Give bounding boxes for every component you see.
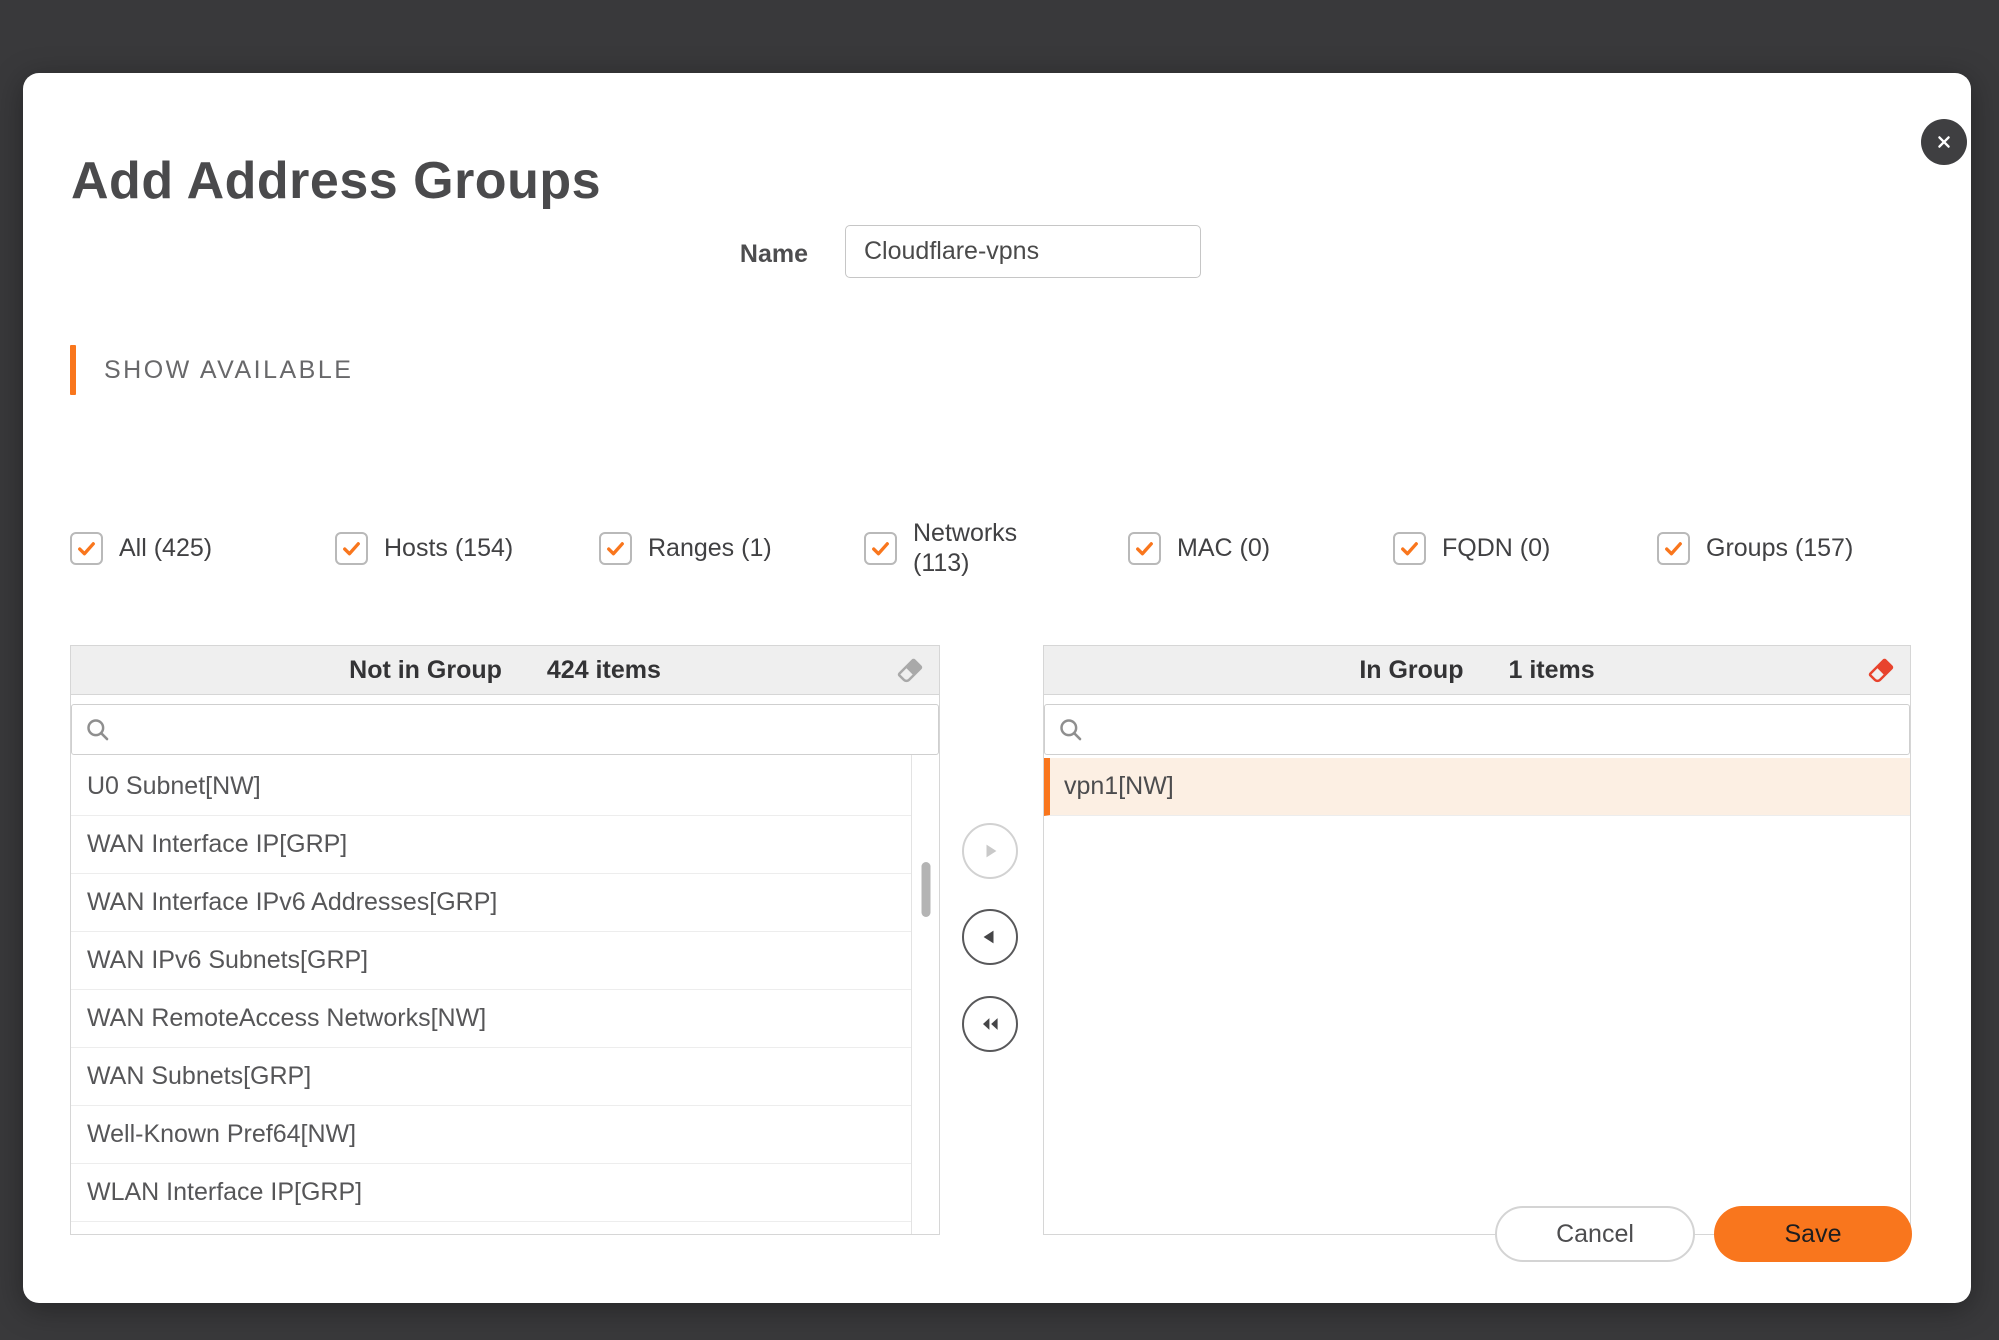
checkbox-checked-icon[interactable]: [1128, 531, 1161, 565]
close-icon: [1938, 136, 1950, 148]
list-item[interactable]: vpn1[NW]: [1044, 758, 1910, 816]
scrollbar-track[interactable]: [911, 755, 939, 1234]
checkbox-checked-icon[interactable]: [1657, 531, 1690, 565]
close-button[interactable]: [1921, 119, 1967, 165]
filter-label: Networks (113): [913, 519, 1018, 577]
list-item[interactable]: Well-Known Pref64[NW]: [71, 1106, 939, 1164]
list-item[interactable]: WLAN Interface IP[GRP]: [71, 1164, 939, 1222]
not-in-group-count: 424 items: [546, 655, 661, 684]
search-icon: [1060, 719, 1082, 741]
page-title: Add Address Groups: [71, 152, 602, 210]
move-all-left-button[interactable]: [962, 996, 1018, 1052]
right-arrow-icon: [986, 844, 997, 858]
double-left-arrow-icon: [983, 1018, 998, 1030]
clear-search-button[interactable]: [893, 653, 927, 687]
filter-label: All (425): [119, 534, 213, 562]
filter-label: Ranges (1): [648, 534, 772, 562]
name-input[interactable]: [845, 225, 1201, 278]
in-group-title: In Group: [1359, 655, 1464, 684]
not-in-group-panel: Not in Group 424 items U0 Subnet[NW] WAN …: [70, 645, 940, 1235]
filter-checkbox-item[interactable]: MAC (0): [1128, 513, 1270, 583]
scrollbar-thumb[interactable]: [921, 862, 930, 917]
filter-label: MAC (0): [1177, 534, 1271, 562]
in-group-search-input[interactable]: [1094, 714, 1897, 745]
list-item[interactable]: WAN IPv6 Subnets[GRP]: [71, 932, 939, 990]
filter-label: Groups (157): [1706, 534, 1854, 562]
section-label: SHOW AVAILABLE: [104, 355, 354, 384]
not-in-group-header: Not in Group 424 items: [71, 646, 939, 695]
filter-row: All (425) Hosts (154) Ranges (1) Network…: [70, 513, 1930, 583]
checkbox-checked-icon[interactable]: [864, 531, 897, 565]
filter-checkbox-item[interactable]: Ranges (1): [599, 513, 772, 583]
list-item[interactable]: U0 Subnet[NW]: [71, 758, 939, 816]
move-left-button[interactable]: [962, 909, 1018, 965]
checkbox-checked-icon[interactable]: [1393, 531, 1426, 565]
list-item[interactable]: WAN Subnets[GRP]: [71, 1048, 939, 1106]
show-available-header: SHOW AVAILABLE: [70, 345, 353, 395]
clear-group-button[interactable]: [1864, 653, 1898, 687]
cancel-button[interactable]: Cancel: [1495, 1206, 1695, 1262]
eraser-icon: [897, 658, 923, 683]
filter-label: Hosts (154): [384, 534, 514, 562]
left-arrow-icon: [983, 930, 994, 944]
filter-checkbox-item[interactable]: All (425): [70, 513, 212, 583]
search-icon: [87, 719, 109, 741]
list-item[interactable]: WAN Interface IP[GRP]: [71, 816, 939, 874]
in-group-count: 1 items: [1508, 655, 1595, 684]
filter-checkbox-item[interactable]: Hosts (154): [335, 513, 513, 583]
filter-checkbox-item[interactable]: Networks (113): [864, 513, 1017, 583]
app-background: Add Address Groups Name SHOW AVAILABLE A…: [0, 0, 1999, 1340]
not-in-group-search-input[interactable]: [121, 714, 926, 745]
in-group-panel: In Group 1 items vpn1[NW]: [1043, 645, 1911, 1235]
filter-checkbox-item[interactable]: FQDN (0): [1393, 513, 1550, 583]
in-group-search[interactable]: [1044, 704, 1910, 755]
eraser-icon: [1868, 658, 1894, 683]
save-button[interactable]: Save: [1714, 1206, 1912, 1262]
list-item[interactable]: WAN Interface IPv6 Addresses[GRP]: [71, 874, 939, 932]
in-group-list: vpn1[NW]: [1044, 758, 1910, 1234]
checkbox-checked-icon[interactable]: [70, 531, 103, 565]
not-in-group-title: Not in Group: [349, 655, 502, 684]
filter-checkbox-item[interactable]: Groups (157): [1657, 513, 1853, 583]
checkbox-checked-icon[interactable]: [599, 531, 632, 565]
checkbox-checked-icon[interactable]: [335, 531, 368, 565]
name-label: Name: [739, 240, 808, 268]
filter-label: FQDN (0): [1442, 534, 1551, 562]
move-right-button[interactable]: [962, 823, 1018, 879]
not-in-group-list: U0 Subnet[NW] WAN Interface IP[GRP] WAN In…: [71, 758, 939, 1234]
in-group-header: In Group 1 items: [1044, 646, 1910, 695]
list-item[interactable]: WAN RemoteAccess Networks[NW]: [71, 990, 939, 1048]
not-in-group-search[interactable]: [71, 704, 939, 755]
add-address-groups-dialog: Add Address Groups Name SHOW AVAILABLE A…: [23, 73, 1971, 1303]
section-accent-bar: [70, 345, 76, 395]
